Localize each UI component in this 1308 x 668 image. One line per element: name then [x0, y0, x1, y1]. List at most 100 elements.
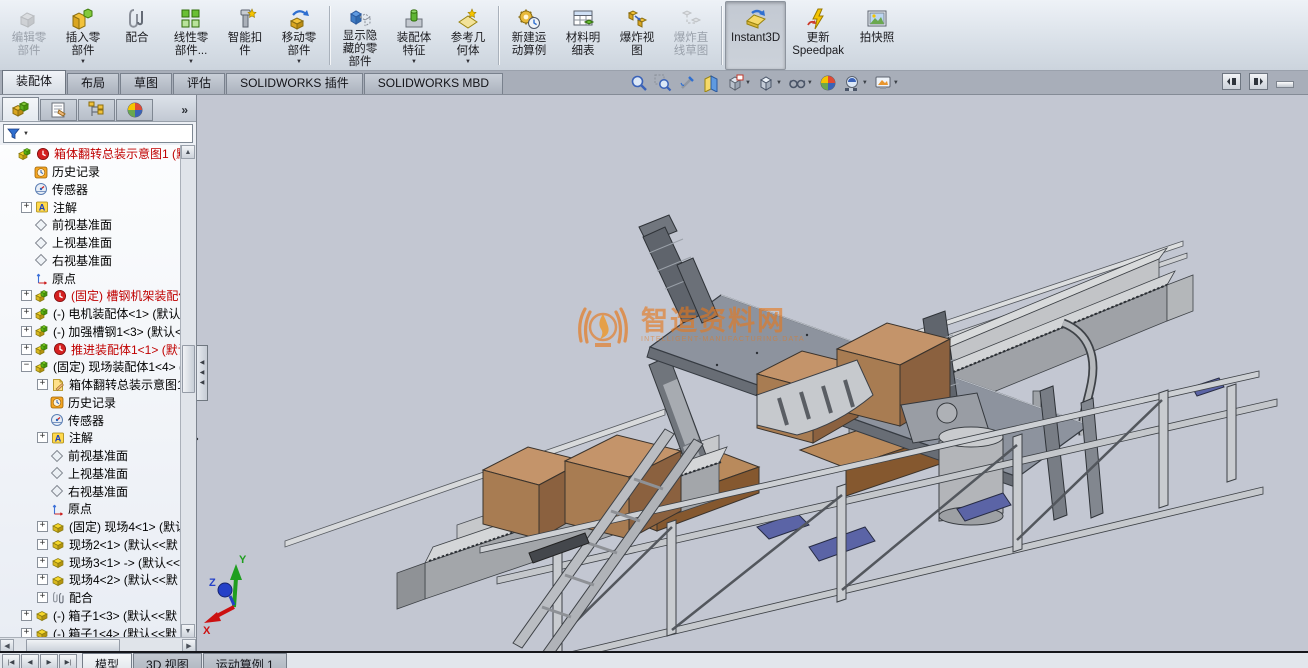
expand-toggle[interactable]: + — [37, 521, 48, 532]
last-tab-button[interactable]: ▶| — [59, 654, 77, 668]
scroll-up-arrow[interactable]: ▲ — [181, 145, 195, 159]
tab-solidworks-mbd[interactable]: SOLIDWORKS MBD — [364, 73, 503, 94]
view-settings-icon[interactable]: ▼ — [872, 73, 901, 93]
tree-item[interactable]: +(-) 加强槽钢1<3> (默认< — [0, 323, 181, 341]
update-speedpak-button[interactable]: 更新 Speedpak — [786, 1, 850, 70]
dropdown-caret-icon[interactable]: ▼ — [188, 59, 194, 65]
expand-toggle[interactable]: + — [21, 610, 32, 621]
tree-item[interactable]: 箱体翻转总装示意图1 (默 — [0, 145, 181, 163]
pane-toggle-right-button[interactable] — [1249, 73, 1268, 90]
expand-toggle[interactable]: + — [21, 308, 32, 319]
tree-item[interactable]: 原点 — [0, 269, 181, 287]
dropdown-caret-icon[interactable]: ▼ — [745, 80, 751, 86]
new-motion-study-button[interactable]: 新建运 动算例 — [502, 1, 556, 70]
panel-tab-feature-manager[interactable] — [2, 97, 39, 121]
show-hidden-components-button[interactable]: 显示隐 藏的零 部件 — [333, 1, 387, 70]
panel-overflow-chevron[interactable]: » — [181, 103, 194, 121]
expand-toggle[interactable]: + — [21, 202, 32, 213]
tree-item[interactable]: 前视基准面 — [0, 216, 181, 234]
tab-layout[interactable]: 布局 — [67, 73, 119, 94]
expand-toggle[interactable]: + — [21, 326, 32, 337]
expand-toggle[interactable]: + — [37, 379, 48, 390]
expand-toggle[interactable]: + — [37, 592, 48, 603]
tree-item[interactable]: +(-) 箱子1<4> (默认<<默 — [0, 624, 181, 638]
tree-item[interactable]: +配合 — [0, 589, 181, 607]
bill-of-materials-button[interactable]: 材料明 细表 — [556, 1, 610, 70]
dropdown-caret-icon[interactable]: ▼ — [296, 59, 302, 65]
expand-toggle[interactable]: + — [37, 432, 48, 443]
vertical-scroll-thumb[interactable] — [182, 345, 195, 393]
scroll-down-arrow[interactable]: ▼ — [181, 624, 195, 638]
dropdown-caret-icon[interactable]: ▼ — [862, 80, 868, 86]
next-tab-button[interactable]: ▶ — [40, 654, 58, 668]
bottom-tab-3d-views[interactable]: 3D 视图 — [133, 653, 202, 668]
take-snapshot-button[interactable]: 拍快照 — [850, 1, 904, 70]
first-tab-button[interactable]: |◀ — [2, 654, 20, 668]
insert-component-button[interactable]: 插入零 部件▼ — [56, 1, 110, 70]
view-orientation-icon[interactable]: ▼ — [724, 73, 753, 93]
tree-item[interactable]: 上视基准面 — [0, 234, 181, 252]
section-view-icon[interactable] — [700, 73, 722, 93]
dropdown-caret-icon[interactable]: ▼ — [893, 80, 899, 86]
zoom-area-icon[interactable] — [652, 73, 674, 93]
tab-solidworks-addins[interactable]: SOLIDWORKS 插件 — [226, 73, 363, 94]
smart-fasteners-button[interactable]: 智能扣 件 — [218, 1, 272, 70]
tree-item[interactable]: +(-) 电机装配体<1> (默认< — [0, 305, 181, 323]
bottom-tab-model[interactable]: 模型 — [82, 653, 132, 668]
pane-toggle-left-button[interactable] — [1222, 73, 1241, 90]
panel-splitter-handle[interactable]: ◀◀◀ — [197, 345, 208, 401]
tree-item[interactable]: +现场2<1> (默认<<默 — [0, 536, 181, 554]
tree-item[interactable]: +A注解 — [0, 429, 181, 447]
tree-item[interactable]: 历史记录 — [0, 394, 181, 412]
zoom-fit-icon[interactable] — [628, 73, 650, 93]
tree-item[interactable]: 传感器 — [0, 181, 181, 199]
tree-item[interactable]: +(固定) 现场4<1> (默认 — [0, 518, 181, 536]
tree-item[interactable]: +箱体翻转总装示意图1 — [0, 376, 181, 394]
tree-item[interactable]: −(固定) 现场装配体1<4> ( — [0, 358, 181, 376]
exploded-view-button[interactable]: 爆炸视 图 — [610, 1, 664, 70]
graphics-viewport[interactable]: 智造资料网 INTELLIGENT-MANUFACTURING.DATA Y Z… — [197, 95, 1308, 653]
assembly-model[interactable] — [197, 95, 1308, 653]
panel-tab-configuration-manager[interactable] — [78, 99, 115, 121]
tree-item[interactable]: +A注解 — [0, 198, 181, 216]
apply-scene-icon[interactable]: ▼ — [841, 73, 870, 93]
dropdown-caret-icon[interactable]: ▼ — [411, 59, 417, 65]
previous-view-icon[interactable] — [676, 73, 698, 93]
tab-assembly[interactable]: 装配体 — [2, 70, 66, 94]
expand-toggle[interactable]: − — [21, 361, 32, 372]
panel-tab-display-manager[interactable] — [116, 99, 153, 121]
tree-item[interactable]: 历史记录 — [0, 163, 181, 181]
tree-item[interactable]: +现场4<2> (默认<<默 — [0, 571, 181, 589]
tree-item[interactable]: +(-) 箱子1<3> (默认<<默 — [0, 607, 181, 625]
edit-appearance-icon[interactable] — [817, 73, 839, 93]
tab-sketch[interactable]: 草图 — [120, 73, 172, 94]
assembly-features-button[interactable]: 装配体 特征▼ — [387, 1, 441, 70]
tree-item[interactable]: +(固定) 槽钢机架装配体1 — [0, 287, 181, 305]
panel-tab-property-manager[interactable] — [40, 99, 77, 121]
tree-item[interactable]: +推进装配体1<1> (默认 — [0, 340, 181, 358]
reference-geometry-button[interactable]: 参考几 何体▼ — [441, 1, 495, 70]
tree-item[interactable]: 原点 — [0, 500, 181, 518]
move-component-button[interactable]: 移动零 部件▼ — [272, 1, 326, 70]
expand-toggle[interactable]: + — [21, 344, 32, 355]
dropdown-caret-icon[interactable]: ▼ — [807, 80, 813, 86]
tree-item[interactable]: +现场3<1> -> (默认<< — [0, 553, 181, 571]
tree-filter[interactable]: ▼ — [3, 124, 193, 143]
mate-button[interactable]: 配合 — [110, 1, 164, 70]
tab-evaluate[interactable]: 评估 — [173, 73, 225, 94]
expand-toggle[interactable]: + — [21, 290, 32, 301]
expand-toggle[interactable]: + — [37, 574, 48, 585]
bottom-tab-motion-study-1[interactable]: 运动算例 1 — [203, 653, 287, 668]
tree-item[interactable]: 右视基准面 — [0, 482, 181, 500]
window-minimize-dash[interactable] — [1276, 81, 1294, 88]
hide-show-items-icon[interactable]: ▼ — [786, 73, 815, 93]
dropdown-caret-icon[interactable]: ▼ — [80, 59, 86, 65]
tree-item[interactable]: 前视基准面 — [0, 447, 181, 465]
tree-vertical-scrollbar[interactable]: ▲ ▼ — [180, 145, 196, 638]
prev-tab-button[interactable]: ◀ — [21, 654, 39, 668]
linear-component-pattern-button[interactable]: 线性零 部件...▼ — [164, 1, 218, 70]
tree-item[interactable]: 传感器 — [0, 411, 181, 429]
dropdown-caret-icon[interactable]: ▼ — [465, 59, 471, 65]
tree-item[interactable]: 右视基准面 — [0, 252, 181, 270]
tree-item[interactable]: 上视基准面 — [0, 465, 181, 483]
